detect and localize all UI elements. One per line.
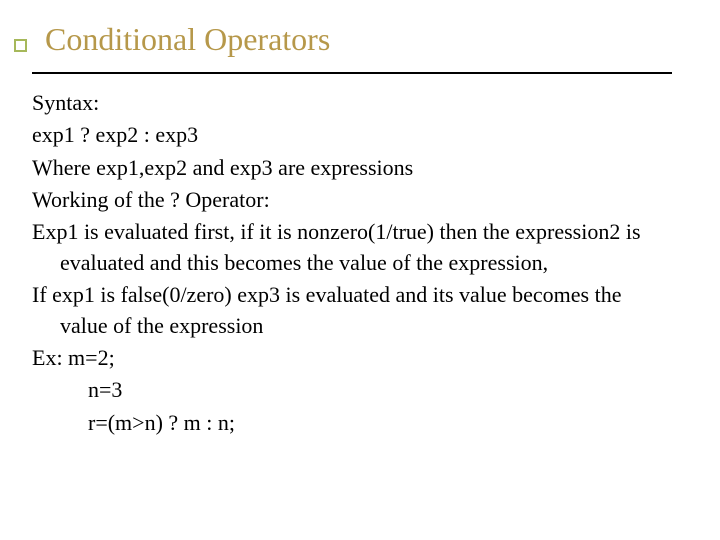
body-line: If exp1 is false(0/zero) exp3 is evaluat…	[32, 280, 672, 341]
square-bullet-icon	[14, 39, 27, 52]
title-underline	[32, 72, 672, 74]
body-line: r=(m>n) ? m : n;	[32, 408, 672, 438]
body-line: n=3	[32, 375, 672, 405]
slide: Conditional Operators Syntax: exp1 ? exp…	[0, 0, 720, 540]
body-line: Ex: m=2;	[32, 343, 672, 373]
slide-body: Syntax: exp1 ? exp2 : exp3 Where exp1,ex…	[32, 88, 672, 440]
body-line: Where exp1,exp2 and exp3 are expressions	[32, 153, 672, 183]
body-line: exp1 ? exp2 : exp3	[32, 120, 672, 150]
body-line: Syntax:	[32, 88, 672, 118]
title-row: Conditional Operators	[14, 22, 330, 57]
body-line: Working of the ? Operator:	[32, 185, 672, 215]
slide-title: Conditional Operators	[45, 22, 330, 57]
body-line: Exp1 is evaluated first, if it is nonzer…	[32, 217, 672, 278]
